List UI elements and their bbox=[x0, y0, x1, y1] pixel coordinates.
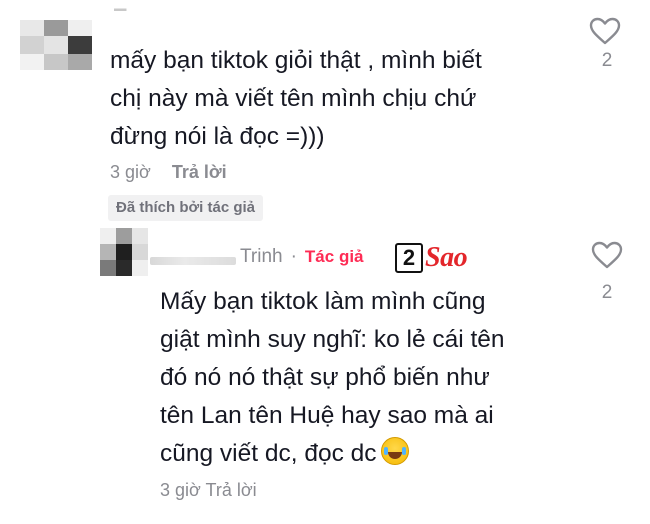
comment-text: mấy bạn tiktok giỏi thật , mình biết chị… bbox=[110, 42, 580, 156]
reply-button[interactable]: Trả lời bbox=[172, 162, 227, 182]
comment-line: đừng nói là đọc =))) bbox=[110, 123, 325, 150]
comment-line: mấy bạn tiktok giỏi thật , mình biết bbox=[110, 47, 482, 74]
comment-meta: 3 giờ Trả lời bbox=[160, 480, 257, 501]
timestamp: 3 giờ bbox=[110, 162, 151, 182]
liked-by-author-badge: Đã thích bởi tác giả bbox=[108, 195, 264, 221]
separator: · bbox=[290, 246, 297, 267]
comment-line: cũng viết dc, đọc dc bbox=[160, 440, 377, 467]
comment-header: Trinh · Tác giả bbox=[150, 246, 364, 268]
watermark-number: 2 bbox=[395, 243, 423, 273]
avatar[interactable] bbox=[100, 228, 148, 276]
watermark-logo: 2 Sao bbox=[395, 240, 468, 276]
watermark-text: Sao bbox=[425, 242, 468, 273]
heart-outline-icon[interactable] bbox=[590, 240, 624, 270]
heart-outline-icon[interactable] bbox=[588, 16, 622, 46]
comment-text: Mấy bạn tiktok làm mình cũng giật mình s… bbox=[160, 283, 580, 473]
reply-button[interactable]: Trả lời bbox=[206, 480, 257, 500]
like-count: 2 bbox=[601, 50, 613, 71]
avatar[interactable] bbox=[20, 20, 92, 70]
author-badge: Tác giả bbox=[304, 247, 364, 266]
timestamp: 3 giờ bbox=[160, 480, 201, 500]
comment-line: tên Lan tên Huệ hay sao mà ai bbox=[160, 402, 494, 429]
comment-meta: 3 giờ Trả lời bbox=[110, 162, 227, 183]
blurred-username bbox=[150, 257, 236, 265]
username[interactable]: Trinh bbox=[240, 246, 283, 268]
like-count: 2 bbox=[601, 282, 613, 303]
comment-line: Mấy bạn tiktok làm mình cũng bbox=[160, 288, 486, 315]
comment-line: đó nó nó thật sự phổ biến như bbox=[160, 364, 490, 391]
comment-line: giật mình suy nghĩ: ko lẻ cái tên bbox=[160, 326, 505, 353]
clipped-username: ▁ ▂ ▁ bbox=[114, 0, 127, 12]
comment-line: chị này mà viết tên mình chịu chứ bbox=[110, 85, 477, 112]
joy-emoji-icon bbox=[380, 437, 409, 465]
